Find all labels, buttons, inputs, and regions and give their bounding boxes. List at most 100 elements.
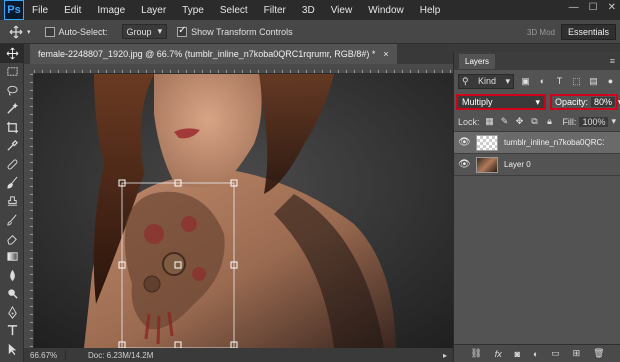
crop-tool[interactable] (0, 118, 24, 137)
zoom-level[interactable]: 66.67% (24, 350, 66, 360)
search-icon: ⚲ (462, 75, 469, 86)
menu-filter[interactable]: Filter (256, 5, 294, 16)
move-tool[interactable] (0, 44, 24, 63)
minimize-button[interactable]: — (569, 2, 579, 13)
workspace-dropdown[interactable]: Essentials (560, 24, 616, 40)
lock-pixels-icon[interactable]: ✎ (500, 116, 510, 127)
auto-select-dropdown[interactable]: Group ▾ (121, 24, 168, 39)
add-mask-icon[interactable]: ◙ (515, 349, 520, 359)
maximize-button[interactable]: ☐ (589, 2, 598, 13)
pen-icon (7, 305, 17, 319)
panel-menu-icon[interactable]: ≡ (610, 56, 615, 66)
eyedropper-tool[interactable] (0, 137, 24, 156)
layers-panel: Layers ≡ ⚲ Kind ▾ ▣ ◐ T ⬚ ▤ ● Multiply ▾… (453, 52, 620, 362)
fill-input[interactable]: 100% (579, 116, 609, 127)
status-bar: 66.67% Doc: 6.23M/14.2M ▸ (24, 348, 453, 362)
fx-icon[interactable]: fx (495, 349, 502, 359)
chevron-down-icon: ▾ (27, 28, 31, 36)
menu-3d[interactable]: 3D (294, 5, 323, 16)
menu-image[interactable]: Image (89, 5, 133, 16)
dodge-icon (7, 289, 18, 299)
history-brush-tool[interactable] (0, 211, 24, 230)
lasso-tool[interactable] (0, 81, 24, 100)
vertical-ruler[interactable] (24, 74, 34, 348)
document-size: Doc: 6.23M/14.2M (88, 350, 154, 360)
smart-object-filter-icon[interactable]: ▤ (588, 76, 599, 87)
lock-all-icon[interactable]: 🔒︎ (545, 116, 555, 127)
options-bar: ▾ Auto-Select: Group ▾ Show Transform Co… (0, 20, 620, 44)
menu-select[interactable]: Select (212, 5, 256, 16)
bandage-icon (7, 159, 17, 170)
lock-position-icon[interactable]: ✥ (515, 116, 525, 127)
brush-tool[interactable] (0, 174, 24, 193)
document-canvas[interactable] (34, 74, 453, 348)
type-filter-icon[interactable]: T (554, 76, 565, 87)
menu-file[interactable]: File (24, 5, 56, 16)
opacity-input[interactable]: 80% (591, 97, 616, 107)
menu-edit[interactable]: Edit (56, 5, 89, 16)
menu-window[interactable]: Window (360, 5, 412, 16)
blend-mode-dropdown[interactable]: Multiply ▾ (456, 94, 546, 110)
menu-layer[interactable]: Layer (133, 5, 174, 16)
kind-filter-dropdown[interactable]: ⚲ Kind ▾ (458, 73, 514, 89)
document-title: female-2248807_1920.jpg @ 66.7% (tumblr_… (38, 49, 376, 59)
link-layers-icon[interactable]: ⛓︎ (470, 348, 481, 359)
trash-icon[interactable]: 🗑︎ (593, 348, 604, 359)
layer-thumbnail (476, 156, 498, 173)
healing-tool[interactable] (0, 155, 24, 174)
lock-artboard-icon[interactable]: ⧉ (530, 116, 540, 127)
new-group-icon[interactable]: ▭ (551, 348, 560, 359)
eye-icon[interactable]: 👁︎ (458, 159, 471, 170)
clone-stamp-tool[interactable] (0, 192, 24, 211)
tab-layers[interactable]: Layers (459, 53, 496, 69)
adjustment-filter-icon[interactable]: ◐ (537, 76, 548, 87)
show-transform-checkbox[interactable] (177, 25, 188, 37)
eraser-tool[interactable] (0, 229, 24, 248)
arrow-cursor-icon (8, 343, 16, 355)
layers-panel-footer: ⛓︎ fx ◙ ◐ ▭ ⊞ 🗑︎ (454, 344, 620, 362)
crop-icon (6, 121, 18, 133)
filter-toggle-icon[interactable]: ● (605, 76, 616, 87)
blend-mode-value: Multiply (462, 97, 493, 107)
layer-row[interactable]: 👁︎ tumblr_inline_n7koba0QRC1rqrumr (454, 132, 620, 154)
brush-icon (6, 176, 17, 189)
menu-type[interactable]: Type (174, 5, 212, 16)
shape-filter-icon[interactable]: ⬚ (571, 76, 582, 87)
type-icon (7, 325, 17, 336)
photoshop-logo: Ps (4, 0, 24, 20)
move-icon (6, 47, 18, 60)
marquee-tool[interactable] (0, 63, 24, 82)
quick-select-tool[interactable] (0, 100, 24, 119)
chevron-down-icon: ▾ (157, 26, 163, 36)
path-selection-tool[interactable] (0, 340, 24, 359)
auto-select-value: Group (126, 26, 152, 37)
opacity-control[interactable]: Opacity: 80% ▾ (550, 94, 620, 110)
auto-select-label: Auto-Select: (58, 26, 108, 37)
eye-icon[interactable]: 👁︎ (458, 137, 471, 148)
menu-help[interactable]: Help (412, 5, 449, 16)
menu-view[interactable]: View (323, 5, 361, 16)
tab-close-icon[interactable]: × (383, 49, 388, 59)
auto-select-checkbox[interactable] (44, 26, 55, 37)
layer-name: tumblr_inline_n7koba0QRC1rqrumr (504, 138, 604, 147)
dodge-tool[interactable] (0, 285, 24, 304)
type-tool[interactable] (0, 322, 24, 341)
canvas-image (34, 74, 453, 348)
lock-transparent-icon[interactable]: ▦ (485, 116, 495, 127)
adjustment-layer-icon[interactable]: ◐ (533, 349, 538, 359)
move-icon (9, 25, 23, 38)
pixel-filter-icon[interactable]: ▣ (520, 76, 531, 87)
move-tool-preset[interactable]: ▾ (8, 25, 31, 39)
ruler-corner (24, 64, 34, 74)
document-tab[interactable]: female-2248807_1920.jpg @ 66.7% (tumblr_… (30, 44, 397, 64)
blur-tool[interactable] (0, 266, 24, 285)
horizontal-ruler[interactable] (34, 64, 453, 74)
gradient-tool[interactable] (0, 248, 24, 267)
new-layer-icon[interactable]: ⊞ (573, 348, 581, 359)
auto-select-group[interactable]: Auto-Select: (44, 26, 108, 37)
show-transform-group[interactable]: Show Transform Controls (177, 25, 293, 37)
status-menu-arrow-icon[interactable]: ▸ (443, 351, 447, 360)
layer-row[interactable]: 👁︎ Layer 0 (454, 154, 620, 176)
pen-tool[interactable] (0, 303, 24, 322)
close-button[interactable]: ✕ (608, 2, 616, 13)
